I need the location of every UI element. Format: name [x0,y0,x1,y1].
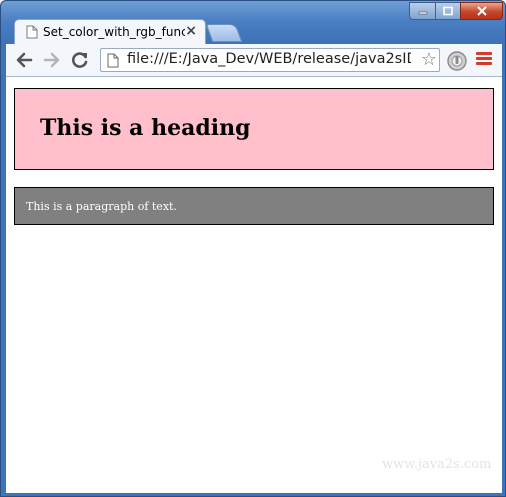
minimize-icon [418,11,427,15]
maximize-icon [443,6,453,16]
new-tab-button[interactable] [205,24,243,42]
close-window-button[interactable] [460,2,503,20]
extension-icon[interactable] [446,50,468,72]
reload-icon[interactable] [70,50,90,70]
page-viewport: This is a heading This is a paragraph of… [6,77,502,493]
back-arrow-icon[interactable] [14,50,34,70]
browser-window: Set_color_with_rgb_functi × file:///E:/J… [0,0,506,497]
close-icon [476,6,487,16]
address-bar[interactable]: file:///E:/Java_Dev/WEB/release/java2sID… [100,48,440,72]
watermark: www.java2s.com [382,457,492,472]
star-icon[interactable]: ☆ [421,50,437,70]
tab-active[interactable]: Set_color_with_rgb_functi × [14,19,206,44]
tab-close-icon[interactable]: × [185,23,197,39]
toolbar: file:///E:/Java_Dev/WEB/release/java2sID… [6,44,502,77]
maximize-button[interactable] [435,2,461,20]
tab-title: Set_color_with_rgb_functi [43,25,185,39]
forward-arrow-icon[interactable] [42,50,62,70]
paragraph-text: This is a paragraph of text. [26,200,177,213]
minimize-button[interactable] [409,2,436,20]
page-icon [26,25,38,39]
menu-icon[interactable] [476,52,492,68]
page-heading: This is a heading [40,115,251,141]
heading-block: This is a heading [14,88,494,170]
paragraph-block: This is a paragraph of text. [14,187,494,225]
document-icon [107,53,119,68]
url-text[interactable]: file:///E:/Java_Dev/WEB/release/java2sID [127,51,411,67]
